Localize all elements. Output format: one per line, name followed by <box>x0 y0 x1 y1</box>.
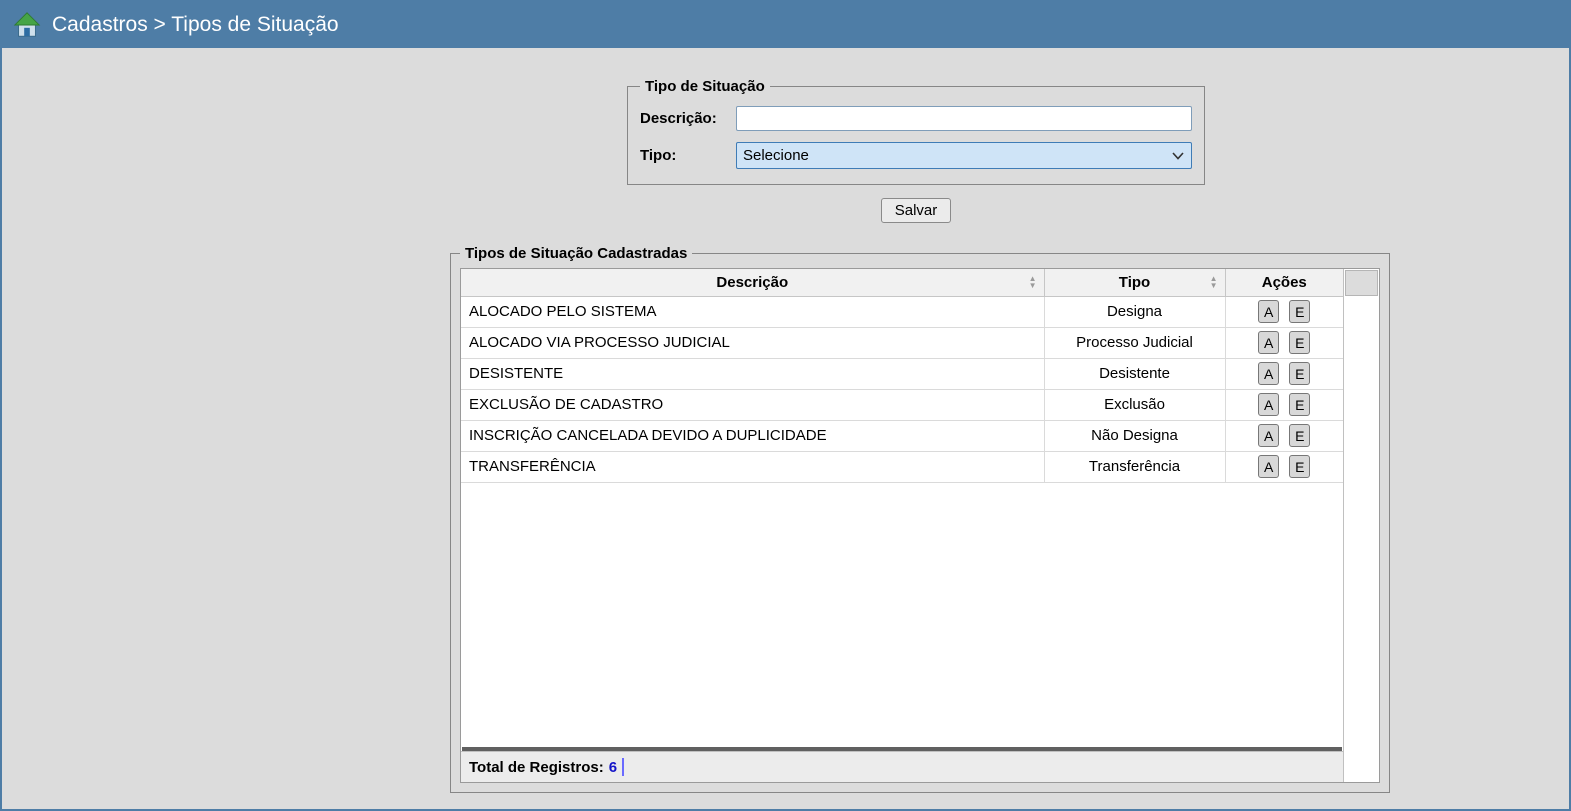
table-row: INSCRIÇÃO CANCELADA DEVIDO A DUPLICIDADE… <box>461 420 1343 451</box>
column-header-tipo[interactable]: Tipo ▲▼ <box>1044 269 1225 296</box>
grid-container: Descrição ▲▼ Tipo ▲▼ Ações <box>460 268 1380 783</box>
total-registros-label: Total de Registros: <box>469 759 604 776</box>
header-bar: Cadastros > Tipos de Situação <box>2 2 1569 48</box>
text-cursor-indicator <box>622 758 624 776</box>
table-row: ALOCADO PELO SISTEMA Designa A E <box>461 296 1343 327</box>
breadcrumb: Cadastros > Tipos de Situação <box>52 13 339 37</box>
tipo-cell: Designa <box>1044 296 1225 327</box>
acoes-cell: A E <box>1225 358 1343 389</box>
grid-footer: Total de Registros: 6 <box>461 751 1343 782</box>
action-e-button[interactable]: E <box>1289 331 1310 354</box>
descricao-cell: TRANSFERÊNCIA <box>461 451 1044 482</box>
content-area: Tipo de Situação Descrição: Tipo: Seleci… <box>2 78 1569 793</box>
grid-empty-space <box>461 483 1343 748</box>
grid-main: Descrição ▲▼ Tipo ▲▼ Ações <box>461 269 1343 782</box>
tipo-cell: Processo Judicial <box>1044 327 1225 358</box>
action-a-button[interactable]: A <box>1258 393 1279 416</box>
column-label-descricao: Descrição <box>716 274 788 291</box>
action-a-button[interactable]: A <box>1258 331 1279 354</box>
table-row: DESISTENTE Desistente A E <box>461 358 1343 389</box>
descricao-cell: INSCRIÇÃO CANCELADA DEVIDO A DUPLICIDADE <box>461 420 1044 451</box>
cadastradas-fieldset: Tipos de Situação Cadastradas Descrição … <box>450 245 1390 793</box>
table-row: ALOCADO VIA PROCESSO JUDICIAL Processo J… <box>461 327 1343 358</box>
descricao-cell: EXCLUSÃO DE CADASTRO <box>461 389 1044 420</box>
descricao-cell: ALOCADO PELO SISTEMA <box>461 296 1044 327</box>
form-legend: Tipo de Situação <box>640 78 770 95</box>
save-button[interactable]: Salvar <box>881 198 952 223</box>
action-a-button[interactable]: A <box>1258 300 1279 323</box>
descricao-cell: DESISTENTE <box>461 358 1044 389</box>
tipo-cell: Desistente <box>1044 358 1225 389</box>
action-a-button[interactable]: A <box>1258 455 1279 478</box>
acoes-cell: A E <box>1225 389 1343 420</box>
vertical-scrollbar-thumb[interactable] <box>1345 270 1378 296</box>
house-icon <box>12 10 42 40</box>
column-header-acoes: Ações <box>1225 269 1343 296</box>
column-header-descricao[interactable]: Descrição ▲▼ <box>461 269 1044 296</box>
tipo-select-wrap: Selecione <box>736 142 1192 169</box>
descricao-cell: ALOCADO VIA PROCESSO JUDICIAL <box>461 327 1044 358</box>
sort-icon-descricao[interactable]: ▲▼ <box>1029 275 1037 289</box>
action-e-button[interactable]: E <box>1289 300 1310 323</box>
table-header-row: Descrição ▲▼ Tipo ▲▼ Ações <box>461 269 1343 296</box>
page: Cadastros > Tipos de Situação Tipo de Si… <box>0 0 1571 811</box>
tipo-cell: Transferência <box>1044 451 1225 482</box>
action-e-button[interactable]: E <box>1289 424 1310 447</box>
action-e-button[interactable]: E <box>1289 455 1310 478</box>
action-a-button[interactable]: A <box>1258 362 1279 385</box>
acoes-cell: A E <box>1225 296 1343 327</box>
descricao-input[interactable] <box>736 106 1192 131</box>
acoes-cell: A E <box>1225 327 1343 358</box>
action-a-button[interactable]: A <box>1258 424 1279 447</box>
column-label-acoes: Ações <box>1262 274 1307 291</box>
situacoes-table: Descrição ▲▼ Tipo ▲▼ Ações <box>461 269 1343 483</box>
action-e-button[interactable]: E <box>1289 393 1310 416</box>
grid-legend: Tipos de Situação Cadastradas <box>460 245 692 262</box>
acoes-cell: A E <box>1225 451 1343 482</box>
total-registros-count: 6 <box>609 759 617 776</box>
action-e-button[interactable]: E <box>1289 362 1310 385</box>
tipo-label: Tipo: <box>640 147 736 164</box>
descricao-label: Descrição: <box>640 110 736 127</box>
tipo-cell: Exclusão <box>1044 389 1225 420</box>
vertical-scrollbar-track[interactable] <box>1343 269 1379 782</box>
tipo-cell: Não Designa <box>1044 420 1225 451</box>
table-row: EXCLUSÃO DE CADASTRO Exclusão A E <box>461 389 1343 420</box>
save-row: Salvar <box>627 198 1205 223</box>
form-grid: Descrição: Tipo: Selecione <box>640 106 1192 169</box>
sort-icon-tipo[interactable]: ▲▼ <box>1210 275 1218 289</box>
table-row: TRANSFERÊNCIA Transferência A E <box>461 451 1343 482</box>
tipo-select[interactable]: Selecione <box>736 142 1192 169</box>
tipo-situacao-fieldset: Tipo de Situação Descrição: Tipo: Seleci… <box>627 78 1205 185</box>
column-label-tipo: Tipo <box>1119 274 1150 291</box>
acoes-cell: A E <box>1225 420 1343 451</box>
